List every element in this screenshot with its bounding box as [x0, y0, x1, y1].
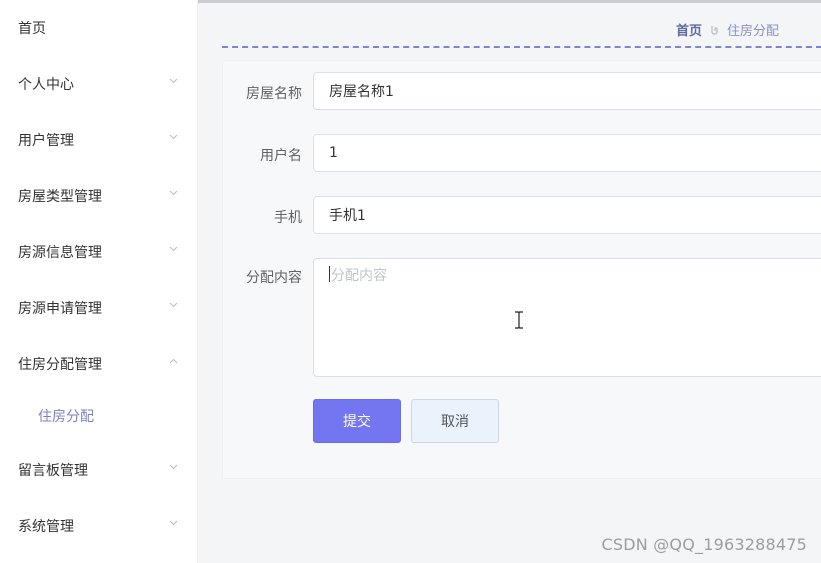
- chevron-down-icon: [169, 190, 178, 198]
- sidebar-item-system-management[interactable]: 系统管理: [0, 498, 197, 554]
- house-name-value: 房屋名称1: [329, 84, 394, 100]
- allocation-content-label: 分配内容: [246, 270, 302, 286]
- phone-label: 手机: [274, 210, 302, 226]
- sidebar-item-home[interactable]: 首页: [0, 0, 197, 56]
- username-value: 1: [329, 145, 338, 161]
- sidebar-item-label: 房源信息管理: [18, 245, 102, 261]
- submit-button[interactable]: 提交: [313, 399, 401, 443]
- sidebar-item-user-management[interactable]: 用户管理: [0, 112, 197, 168]
- chevron-up-icon: [169, 358, 178, 366]
- sidebar-menu: 首页 个人中心 用户管理 房屋类型管理 房源信息管理 房源申请管理 住房分配管理…: [0, 0, 198, 563]
- phone-value: 手机1: [329, 208, 366, 224]
- sidebar-item-listing-info-management[interactable]: 房源信息管理: [0, 224, 197, 280]
- chevron-down-icon: [169, 520, 178, 528]
- sidebar-item-label: 房源申请管理: [18, 301, 102, 317]
- sidebar-item-label: 系统管理: [18, 519, 74, 535]
- allocation-content-placeholder: 分配内容: [331, 268, 387, 284]
- text-caret: [329, 266, 330, 282]
- cancel-button[interactable]: 取消: [411, 399, 499, 443]
- chevron-down-icon: [169, 134, 178, 142]
- chevron-down-icon: [169, 246, 178, 254]
- breadcrumb-current: 住房分配: [726, 23, 779, 39]
- house-name-field[interactable]: 房屋名称1: [313, 72, 821, 110]
- sidebar-item-label: 住房分配管理: [18, 357, 102, 373]
- sidebar-item-housing-allocation-management[interactable]: 住房分配管理: [0, 336, 197, 392]
- sidebar-item-label: 用户管理: [18, 133, 74, 149]
- sidebar-item-house-type-management[interactable]: 房屋类型管理: [0, 168, 197, 224]
- sidebar-item-label: 首页: [18, 21, 46, 37]
- chevron-down-icon: [169, 302, 178, 310]
- sidebar-item-listing-application-management[interactable]: 房源申请管理: [0, 280, 197, 336]
- sidebar-item-label: 个人中心: [18, 77, 74, 93]
- username-label: 用户名: [260, 148, 302, 164]
- breadcrumb: 首页 住房分配: [676, 19, 779, 39]
- sidebar-item-personal-center[interactable]: 个人中心: [0, 56, 197, 112]
- breadcrumb-home-link[interactable]: 首页: [676, 20, 702, 39]
- sidebar-subitem-housing-allocation[interactable]: 住房分配: [0, 396, 197, 436]
- house-name-label: 房屋名称: [246, 86, 302, 102]
- phone-field[interactable]: 手机1: [313, 196, 821, 234]
- breadcrumb-separator-icon: [710, 24, 719, 35]
- sidebar-item-label: 留言板管理: [18, 463, 88, 479]
- sidebar-subitem-label: 住房分配: [38, 409, 94, 425]
- chevron-down-icon: [169, 78, 178, 86]
- watermark: CSDN @QQ_1963288475: [601, 535, 807, 554]
- sidebar-item-label: 房屋类型管理: [18, 189, 102, 205]
- chevron-down-icon: [169, 464, 178, 472]
- header-divider: [222, 46, 821, 48]
- allocation-content-textarea[interactable]: 分配内容: [313, 258, 821, 377]
- username-field[interactable]: 1: [313, 134, 821, 172]
- sidebar-item-message-board-management[interactable]: 留言板管理: [0, 442, 197, 498]
- text-cursor-icon: [515, 311, 523, 329]
